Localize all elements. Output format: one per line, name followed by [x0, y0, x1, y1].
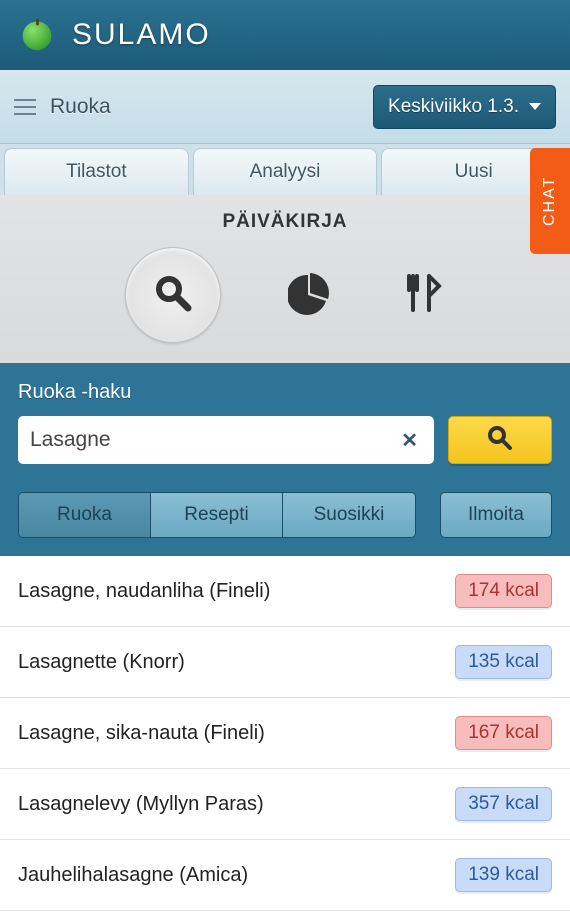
- utensils-icon: [399, 270, 445, 321]
- diary-meal-button[interactable]: [399, 272, 445, 318]
- results-list: Lasagne, naudanliha (Fineli)174 kcalLasa…: [0, 556, 570, 911]
- hamburger-icon: [14, 99, 36, 115]
- kcal-badge: 357 kcal: [455, 787, 552, 821]
- result-item[interactable]: Lasagne, sika-nauta (Fineli) 167 kcal: [0, 698, 570, 769]
- search-icon: [486, 424, 514, 457]
- tab-tilastot[interactable]: Tilastot: [4, 148, 189, 195]
- result-name: Lasagnette (Knorr): [18, 651, 185, 674]
- kcal-badge: 139 kcal: [455, 858, 552, 892]
- result-item[interactable]: Jauhelihalasagne (Amica) 139 kcal: [0, 840, 570, 911]
- search-row: ✕: [18, 416, 552, 464]
- filter-row: Ruoka Resepti Suosikki Ilmoita: [18, 492, 552, 538]
- apple-icon: [18, 14, 56, 57]
- app-header: SULAMO: [0, 0, 570, 70]
- result-name: Lasagne, sika-nauta (Fineli): [18, 722, 265, 745]
- result-item[interactable]: Lasagnelevy (Myllyn Paras) 357 kcal: [0, 769, 570, 840]
- sub-header: Ruoka Keskiviikko 1.3.: [0, 70, 570, 144]
- main-tabs: Tilastot Analyysi Uusi: [0, 144, 570, 195]
- search-icon: [152, 272, 194, 319]
- clear-icon[interactable]: ✕: [397, 428, 422, 453]
- search-button[interactable]: [448, 416, 552, 464]
- diary-chart-button[interactable]: [287, 272, 333, 318]
- date-label: Keskiviikko 1.3.: [388, 96, 519, 118]
- app-title: SULAMO: [72, 18, 211, 52]
- search-input[interactable]: [30, 428, 397, 452]
- chat-tab[interactable]: CHAT: [530, 148, 570, 254]
- page-label: Ruoka: [50, 95, 111, 119]
- result-name: Lasagnelevy (Myllyn Paras): [18, 793, 264, 816]
- date-picker-button[interactable]: Keskiviikko 1.3.: [373, 85, 556, 129]
- diary-search-button[interactable]: [125, 247, 221, 343]
- filter-resepti[interactable]: Resepti: [151, 493, 283, 537]
- result-name: Lasagne, naudanliha (Fineli): [18, 580, 270, 603]
- search-label: Ruoka -haku: [18, 381, 552, 404]
- pie-chart-icon: [288, 271, 332, 320]
- filter-ruoka[interactable]: Ruoka: [19, 493, 151, 537]
- result-item[interactable]: Lasagnette (Knorr) 135 kcal: [0, 627, 570, 698]
- kcal-badge: 167 kcal: [455, 716, 552, 750]
- filter-suosikki[interactable]: Suosikki: [283, 493, 415, 537]
- kcal-badge: 135 kcal: [455, 645, 552, 679]
- tab-analyysi[interactable]: Analyysi: [193, 148, 378, 195]
- diary-icons: [0, 247, 570, 343]
- result-name: Jauhelihalasagne (Amica): [18, 864, 248, 887]
- menu-button[interactable]: Ruoka: [14, 95, 111, 119]
- filter-segment: Ruoka Resepti Suosikki: [18, 492, 416, 538]
- chevron-down-icon: [529, 103, 541, 110]
- kcal-badge: 174 kcal: [455, 574, 552, 608]
- diary-section: PÄIVÄKIRJA: [0, 195, 570, 363]
- search-section: Ruoka -haku ✕ Ruoka Resepti Suosikki Ilm…: [0, 363, 570, 556]
- diary-title: PÄIVÄKIRJA: [0, 211, 570, 233]
- result-item[interactable]: Lasagne, naudanliha (Fineli) 174 kcal: [0, 556, 570, 627]
- report-button[interactable]: Ilmoita: [440, 492, 552, 538]
- search-input-wrap: ✕: [18, 416, 434, 464]
